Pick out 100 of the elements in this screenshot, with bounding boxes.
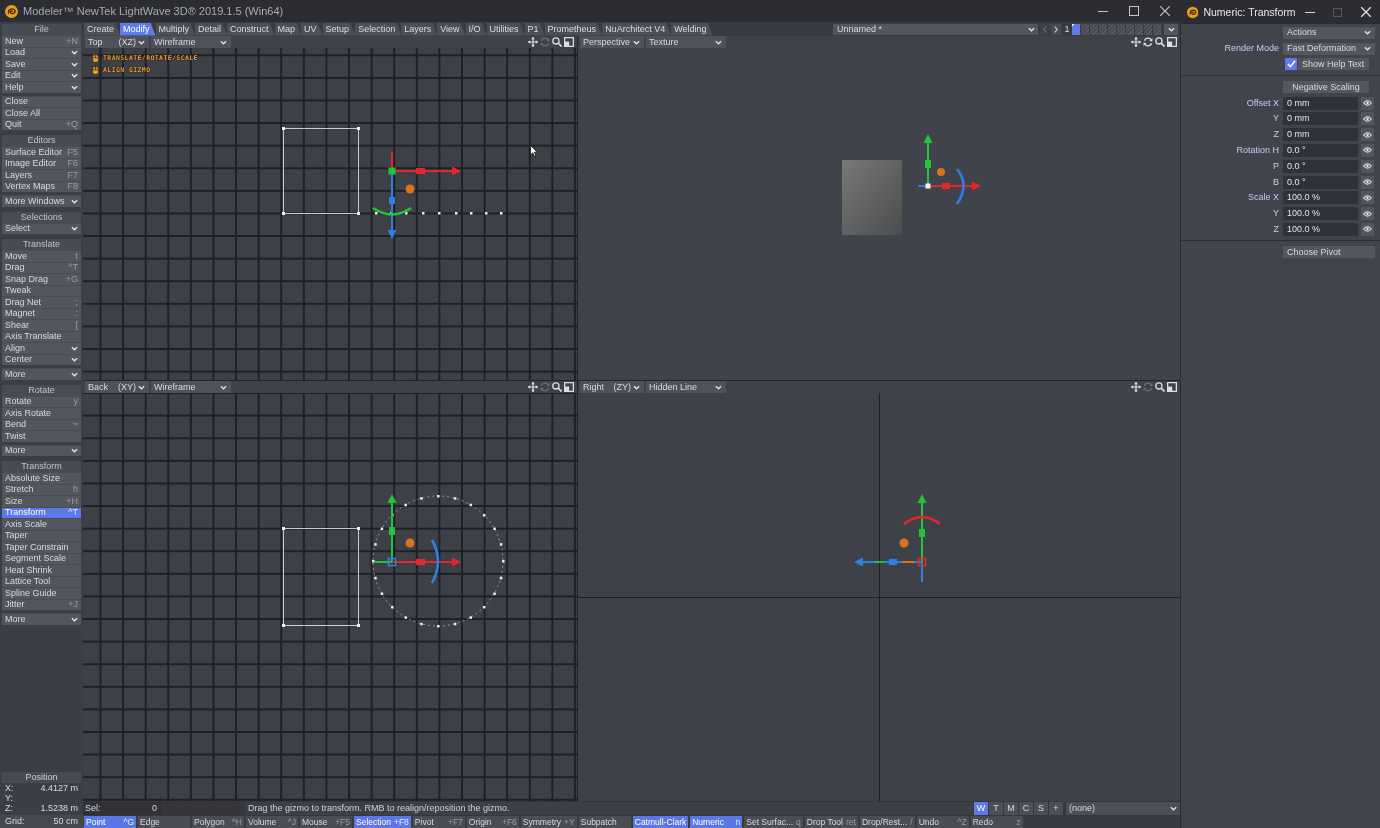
move-icon[interactable] [1131, 37, 1141, 47]
toolbar-button[interactable]: Selection +F8 [354, 816, 411, 828]
toolbar-button[interactable]: Edge [138, 816, 190, 828]
tool-button[interactable]: Axis Scale [2, 518, 81, 530]
mode-button[interactable]: M [1004, 802, 1018, 815]
tab[interactable]: NuArchitect V4 [602, 22, 672, 36]
toolbar-button[interactable]: Redo z [970, 816, 1023, 828]
shading-dropdown[interactable]: Texture [646, 36, 726, 48]
tab[interactable]: Selection [355, 22, 402, 36]
eye-button[interactable] [1361, 191, 1374, 205]
checkbox-label[interactable]: Show Help Text [1298, 58, 1370, 71]
surface-dropdown[interactable]: (none) [1066, 802, 1180, 815]
tab[interactable]: Detail [195, 22, 228, 36]
choose-pivot-button[interactable]: Choose Pivot [1283, 246, 1375, 259]
magnifier-icon[interactable] [1155, 37, 1165, 47]
layer-button[interactable] [1072, 23, 1080, 35]
view-dropdown[interactable]: Back (XY) [85, 381, 149, 393]
shading-dropdown[interactable]: Hidden Line [646, 381, 726, 393]
menu-dropdown[interactable]: Align [2, 342, 81, 354]
tool-button[interactable]: Layers F7 [2, 169, 81, 181]
menu-dropdown[interactable]: More [2, 368, 81, 380]
tab[interactable]: Construct [227, 22, 275, 36]
move-icon[interactable] [1131, 382, 1141, 392]
maximize-icon[interactable] [564, 37, 574, 47]
input-field[interactable]: 0 mm [1283, 128, 1358, 142]
toolbar-button[interactable]: Mouse +F5 [300, 816, 352, 828]
tab[interactable]: Utilities [486, 22, 525, 36]
toolbar-button[interactable]: Subpatch [578, 816, 631, 828]
eye-button[interactable] [1361, 207, 1374, 221]
eye-button[interactable] [1361, 222, 1374, 236]
toolbar-button[interactable]: Set Surfac... q [744, 816, 803, 828]
maximize-icon[interactable] [1167, 382, 1177, 392]
checkbox[interactable] [1285, 58, 1297, 71]
tab[interactable]: Create [84, 22, 120, 36]
toolbar-button[interactable]: Symmetry +Y [520, 816, 577, 828]
render-mode-dropdown[interactable]: Fast Deformation [1283, 42, 1375, 55]
toolbar-button[interactable]: Catmull-Clark [632, 816, 689, 828]
maximize-icon[interactable] [1167, 37, 1177, 47]
eye-button[interactable] [1361, 175, 1374, 189]
tool-button[interactable]: Close [2, 95, 81, 107]
tool-button[interactable]: Heat Shrink [2, 564, 81, 576]
tab[interactable]: Setup [322, 22, 356, 36]
toolbar-button[interactable]: Polygon ^H [192, 816, 244, 828]
maximize-icon[interactable] [564, 382, 574, 392]
view-dropdown[interactable]: Top (XZ) [85, 36, 149, 48]
tool-button[interactable]: Surface Editor F5 [2, 146, 81, 158]
view-dropdown[interactable]: Perspective [580, 36, 644, 48]
tool-button[interactable]: Taper Constrain [2, 541, 81, 553]
tool-button[interactable]: Axis Rotate [2, 407, 81, 419]
eye-button[interactable] [1361, 143, 1374, 157]
magnifier-icon[interactable] [552, 37, 562, 47]
eye-button[interactable] [1361, 112, 1374, 126]
move-icon[interactable] [528, 37, 538, 47]
toolbar-button[interactable]: Drop/Rest... / [859, 816, 915, 828]
mode-button[interactable]: C [1019, 802, 1033, 815]
shading-dropdown[interactable]: Wireframe [151, 36, 231, 48]
input-field[interactable]: 0 mm [1283, 112, 1358, 126]
eye-button[interactable] [1361, 96, 1374, 110]
tab[interactable]: View [437, 22, 466, 36]
move-icon[interactable] [528, 382, 538, 392]
mode-button[interactable]: + [1049, 802, 1063, 815]
tab[interactable]: Layers [401, 22, 438, 36]
toolbar-button[interactable]: Pivot +F7 [412, 816, 465, 828]
eye-button[interactable] [1361, 159, 1374, 173]
tool-button[interactable]: Twist [2, 430, 81, 442]
toolbar-button[interactable]: Drop Tool ret [804, 816, 858, 828]
negative-scaling-button[interactable]: Negative Scaling [1283, 81, 1369, 94]
tab[interactable]: Modify [120, 22, 156, 36]
layers-menu-button[interactable] [1164, 23, 1178, 35]
menu-dropdown[interactable]: More [2, 444, 81, 456]
tab[interactable]: Map [274, 22, 302, 36]
mode-button[interactable]: S [1034, 802, 1048, 815]
toolbar-button[interactable]: Point ^G [84, 816, 136, 828]
toolbar-button[interactable]: Undo ^Z [916, 816, 969, 828]
tool-button[interactable]: Move t [2, 250, 81, 262]
tab[interactable]: Multiply [155, 22, 196, 36]
toolbar-button[interactable]: Numeric n [690, 816, 743, 828]
tab[interactable]: UV [301, 22, 323, 36]
actions-dropdown[interactable]: Actions [1283, 26, 1375, 39]
tab[interactable]: P1 [524, 22, 545, 36]
next-button[interactable] [1051, 23, 1061, 35]
tool-button[interactable]: Size +H [2, 495, 81, 507]
tool-button[interactable]: Snap Drag +G [2, 273, 81, 285]
tool-button[interactable]: Absolute Size [2, 472, 81, 484]
mode-button[interactable]: T [989, 802, 1003, 815]
tool-button[interactable]: Close All [2, 107, 81, 119]
eye-button[interactable] [1361, 128, 1374, 142]
tab[interactable]: I/O [465, 22, 487, 36]
magnifier-icon[interactable] [552, 382, 562, 392]
input-field[interactable]: 0.0 ° [1283, 143, 1358, 157]
tool-button[interactable]: New +N [2, 35, 81, 47]
scene-dropdown[interactable]: Unnamed * [833, 23, 1038, 35]
toolbar-button[interactable]: Volume ^J [246, 816, 298, 828]
input-field[interactable]: 100.0 % [1283, 191, 1358, 205]
view-dropdown[interactable]: Right (ZY) [580, 381, 644, 393]
tool-button[interactable]: Shear [ [2, 319, 81, 331]
input-field[interactable]: 100.0 % [1283, 222, 1358, 236]
toolbar-button[interactable]: Origin +F6 [466, 816, 519, 828]
menu-dropdown[interactable]: More [2, 613, 81, 625]
tab[interactable]: Prometheus [544, 22, 603, 36]
